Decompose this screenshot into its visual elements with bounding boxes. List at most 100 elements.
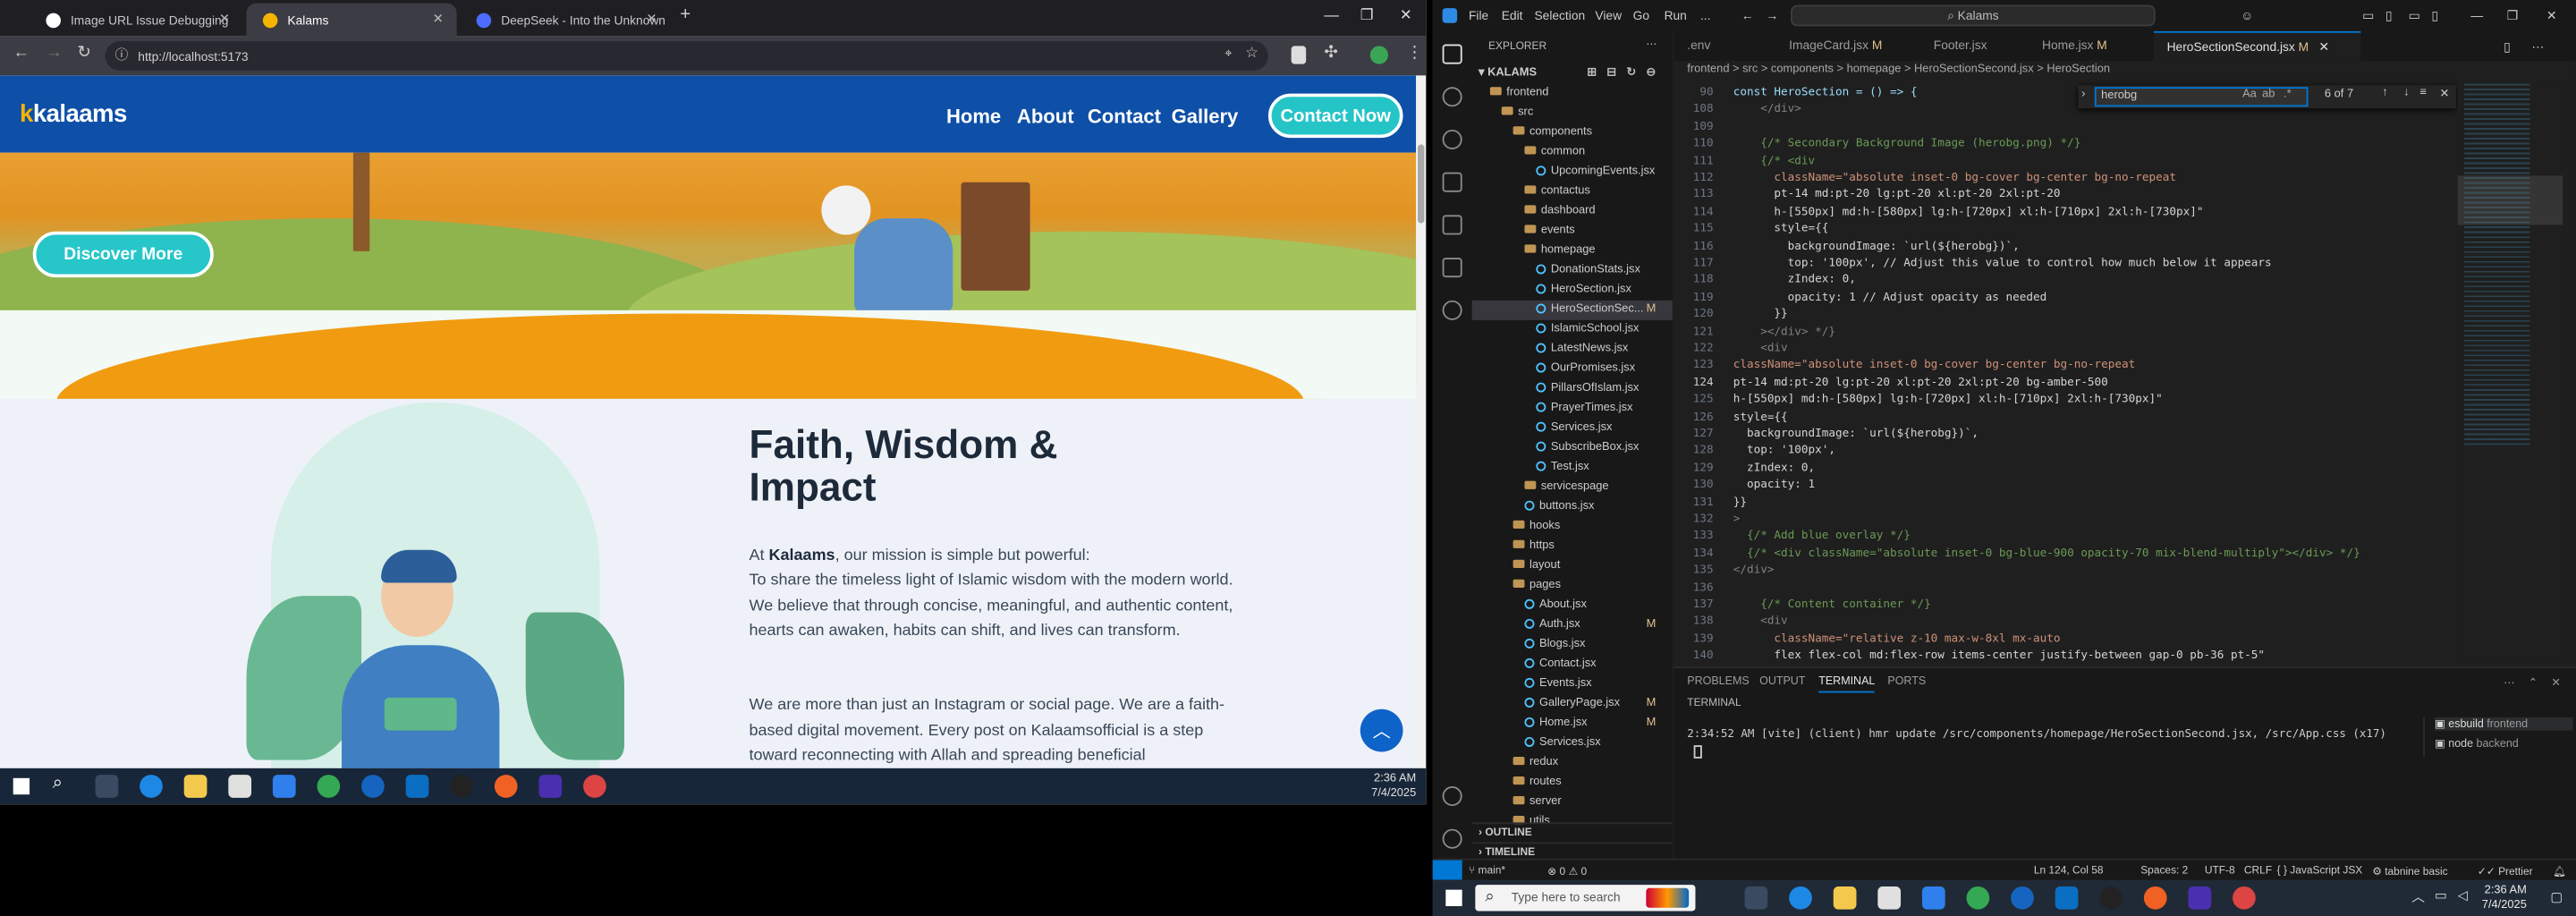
close-icon[interactable]: ✕: [219, 12, 230, 27]
extension-icon[interactable]: [1291, 46, 1307, 64]
bookmark-star-icon[interactable]: ☆: [1245, 45, 1258, 63]
folder-item[interactable]: server: [1472, 793, 1673, 812]
browser-tab-1[interactable]: Image URL Issue Debugging ✕: [30, 4, 243, 37]
back-arrow-icon[interactable]: ←: [13, 45, 30, 63]
folder-item[interactable]: dashboard: [1472, 202, 1673, 222]
forward-arrow-icon[interactable]: →: [46, 45, 62, 63]
collapse-all-icon[interactable]: ⊖: [1646, 64, 1656, 84]
minimap-slider[interactable]: [2457, 175, 2563, 225]
source-control-icon[interactable]: [1442, 129, 1462, 149]
terminal-output[interactable]: 2:34:52 AM [vite] (client) hmr update /s…: [1687, 727, 2386, 741]
find-in-selection-icon[interactable]: ≡: [2419, 87, 2427, 98]
close-icon[interactable]: ✕: [646, 12, 657, 27]
file-item[interactable]: LatestNews.jsx: [1472, 340, 1673, 360]
remote-explorer-icon[interactable]: [1442, 258, 1462, 278]
app-icon[interactable]: [450, 775, 473, 798]
editor-tab-herosectionsecond[interactable]: HeroSectionSecond.jsx M ✕: [2153, 30, 2361, 61]
close-icon[interactable]: ✕: [2551, 676, 2560, 690]
regex-icon[interactable]: .*: [2284, 89, 2292, 100]
match-case-icon[interactable]: Aa: [2242, 89, 2257, 100]
file-item[interactable]: Blogs.jsx: [1472, 635, 1673, 655]
window-close-icon[interactable]: ✕: [2546, 8, 2557, 23]
file-item[interactable]: Home.jsx M: [1472, 714, 1673, 734]
previous-match-icon[interactable]: ↑: [2382, 87, 2387, 98]
panel-tab-ports[interactable]: PORTS: [1887, 676, 1926, 688]
network-icon[interactable]: ▭: [2435, 888, 2447, 903]
whole-word-icon[interactable]: ab: [2262, 89, 2275, 100]
file-item[interactable]: Test.jsx: [1472, 458, 1673, 478]
editor-tab-footer[interactable]: Footer.jsx: [1920, 31, 2029, 61]
nav-contact[interactable]: Contact: [1088, 105, 1161, 128]
file-item[interactable]: OurPromises.jsx: [1472, 360, 1673, 379]
menu-view[interactable]: View: [1595, 8, 1622, 23]
minimize-icon[interactable]: —: [2470, 8, 2483, 23]
menu-file[interactable]: File: [1469, 8, 1488, 23]
folder-item[interactable]: servicespage: [1472, 478, 1673, 497]
mail-icon[interactable]: [1921, 886, 1945, 910]
language-mode[interactable]: { } JavaScript JSX: [2277, 865, 2363, 877]
tabnine-icon[interactable]: [1442, 300, 1462, 320]
folder-item[interactable]: redux: [1472, 753, 1673, 773]
zoom-icon[interactable]: [538, 775, 563, 798]
tabnine-status[interactable]: ⚙ tabnine basic: [2372, 865, 2447, 878]
notification-center-icon[interactable]: ▢: [2550, 890, 2563, 905]
close-icon[interactable]: ✕: [433, 12, 444, 27]
more-menu-icon[interactable]: ⋮: [1406, 45, 1422, 63]
panel-tab-terminal[interactable]: TERMINAL: [1818, 676, 1876, 693]
file-item[interactable]: Services.jsx: [1472, 419, 1673, 438]
git-branch[interactable]: ⑂ main*: [1469, 865, 1505, 877]
file-item[interactable]: HeroSectionSec... M: [1471, 300, 1673, 320]
search-icon[interactable]: ⌕: [53, 773, 63, 794]
folder-item[interactable]: common: [1472, 143, 1673, 163]
folder-item[interactable]: routes: [1472, 773, 1673, 793]
app-icon[interactable]: [2099, 886, 2123, 910]
encoding[interactable]: UTF-8: [2205, 865, 2235, 877]
file-explorer-icon[interactable]: [183, 775, 208, 798]
menu-edit[interactable]: Edit: [1502, 8, 1523, 23]
chrome-icon[interactable]: [317, 775, 341, 798]
chrome-icon[interactable]: [1966, 886, 1990, 910]
code-editor[interactable]: 90 const HeroSection = () => {108 </div> 1…: [1674, 84, 2446, 661]
notifications-bell-icon[interactable]: 🔔︎: [2553, 865, 2566, 878]
taskbar-search-box[interactable]: ⌕ Type here to search: [1475, 885, 1696, 912]
folder-item[interactable]: https: [1472, 537, 1673, 556]
vscode-icon[interactable]: [405, 775, 429, 798]
indentation[interactable]: Spaces: 2: [2140, 865, 2188, 877]
file-item[interactable]: buttons.jsx: [1472, 497, 1673, 517]
nav-home[interactable]: Home: [946, 105, 1001, 128]
extensions-icon[interactable]: [1442, 215, 1462, 235]
reload-icon[interactable]: ↻: [77, 45, 90, 63]
editor-tab-env[interactable]: .env: [1674, 31, 1776, 61]
menu-selection[interactable]: Selection: [1534, 8, 1585, 23]
nav-gallery[interactable]: Gallery: [1172, 105, 1239, 128]
prettier-status[interactable]: ✓✓ Prettier: [2478, 865, 2533, 878]
maximize-panel-icon[interactable]: ⌃: [2529, 676, 2538, 690]
problems-count[interactable]: ⊗ 0 ⚠ 0: [1547, 865, 1587, 878]
tray-chevron-up-icon[interactable]: ︿: [2411, 888, 2425, 906]
workspace-root[interactable]: ▾ KALAMS ⊞ ⊟ ↻ ⊖: [1472, 64, 1673, 84]
maximize-icon[interactable]: ❐: [1360, 6, 1374, 24]
task-view-icon[interactable]: [95, 775, 119, 798]
close-icon[interactable]: ✕: [2439, 87, 2449, 100]
copilot-icon[interactable]: ☺: [2241, 8, 2253, 23]
find-input[interactable]: herobg: [2094, 87, 2309, 107]
app-icon[interactable]: [361, 775, 385, 798]
postman-icon[interactable]: [2143, 886, 2167, 910]
task-view-icon[interactable]: [1744, 886, 1768, 910]
folder-item[interactable]: layout: [1472, 556, 1673, 576]
close-icon[interactable]: ✕: [2318, 39, 2329, 55]
terminal-instance-node[interactable]: ▣ node backend: [2435, 737, 2519, 751]
breadcrumb[interactable]: frontend > src > components > homepage >…: [1687, 64, 2110, 76]
refresh-icon[interactable]: ↻: [1626, 64, 1636, 84]
remote-indicator-icon[interactable]: [1432, 860, 1462, 880]
file-item[interactable]: Events.jsx: [1472, 674, 1673, 694]
forward-arrow-icon[interactable]: →: [1766, 8, 1778, 23]
outline-section[interactable]: › OUTLINE: [1471, 822, 1673, 842]
folder-item[interactable]: frontend: [1472, 84, 1673, 104]
run-debug-icon[interactable]: [1442, 172, 1462, 192]
file-item[interactable]: PrayerTimes.jsx: [1472, 399, 1673, 419]
file-explorer-icon[interactable]: [1833, 886, 1857, 910]
editor-tab-home[interactable]: Home.jsx M: [2029, 31, 2154, 61]
split-editor-icon[interactable]: ▯: [2504, 39, 2511, 55]
browser-tab-3[interactable]: DeepSeek - Into the Unknown ✕: [460, 4, 670, 37]
